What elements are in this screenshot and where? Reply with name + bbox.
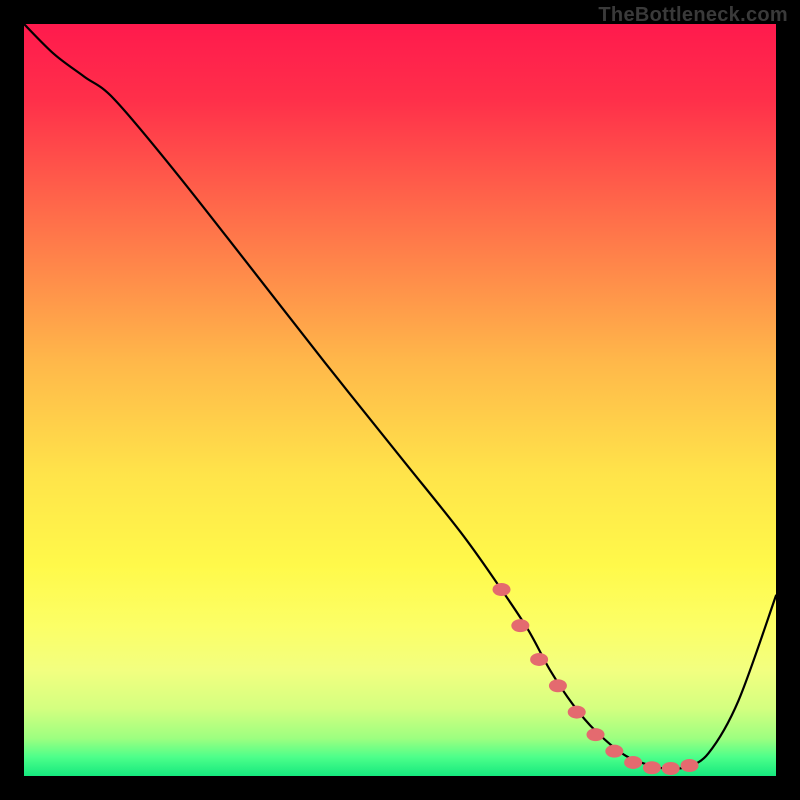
- chart-frame: TheBottleneck.com: [0, 0, 800, 800]
- marker-dot: [493, 583, 511, 596]
- marker-dot: [549, 679, 567, 692]
- marker-dot: [587, 728, 605, 741]
- marker-dot: [530, 653, 548, 666]
- gradient-rect: [24, 24, 776, 776]
- marker-dot: [662, 762, 680, 775]
- marker-dot: [511, 619, 529, 632]
- marker-dot: [681, 759, 699, 772]
- marker-dot: [605, 745, 623, 758]
- chart-plot: [24, 24, 776, 776]
- marker-dot: [624, 756, 642, 769]
- marker-dot: [643, 761, 661, 774]
- marker-dot: [568, 706, 586, 719]
